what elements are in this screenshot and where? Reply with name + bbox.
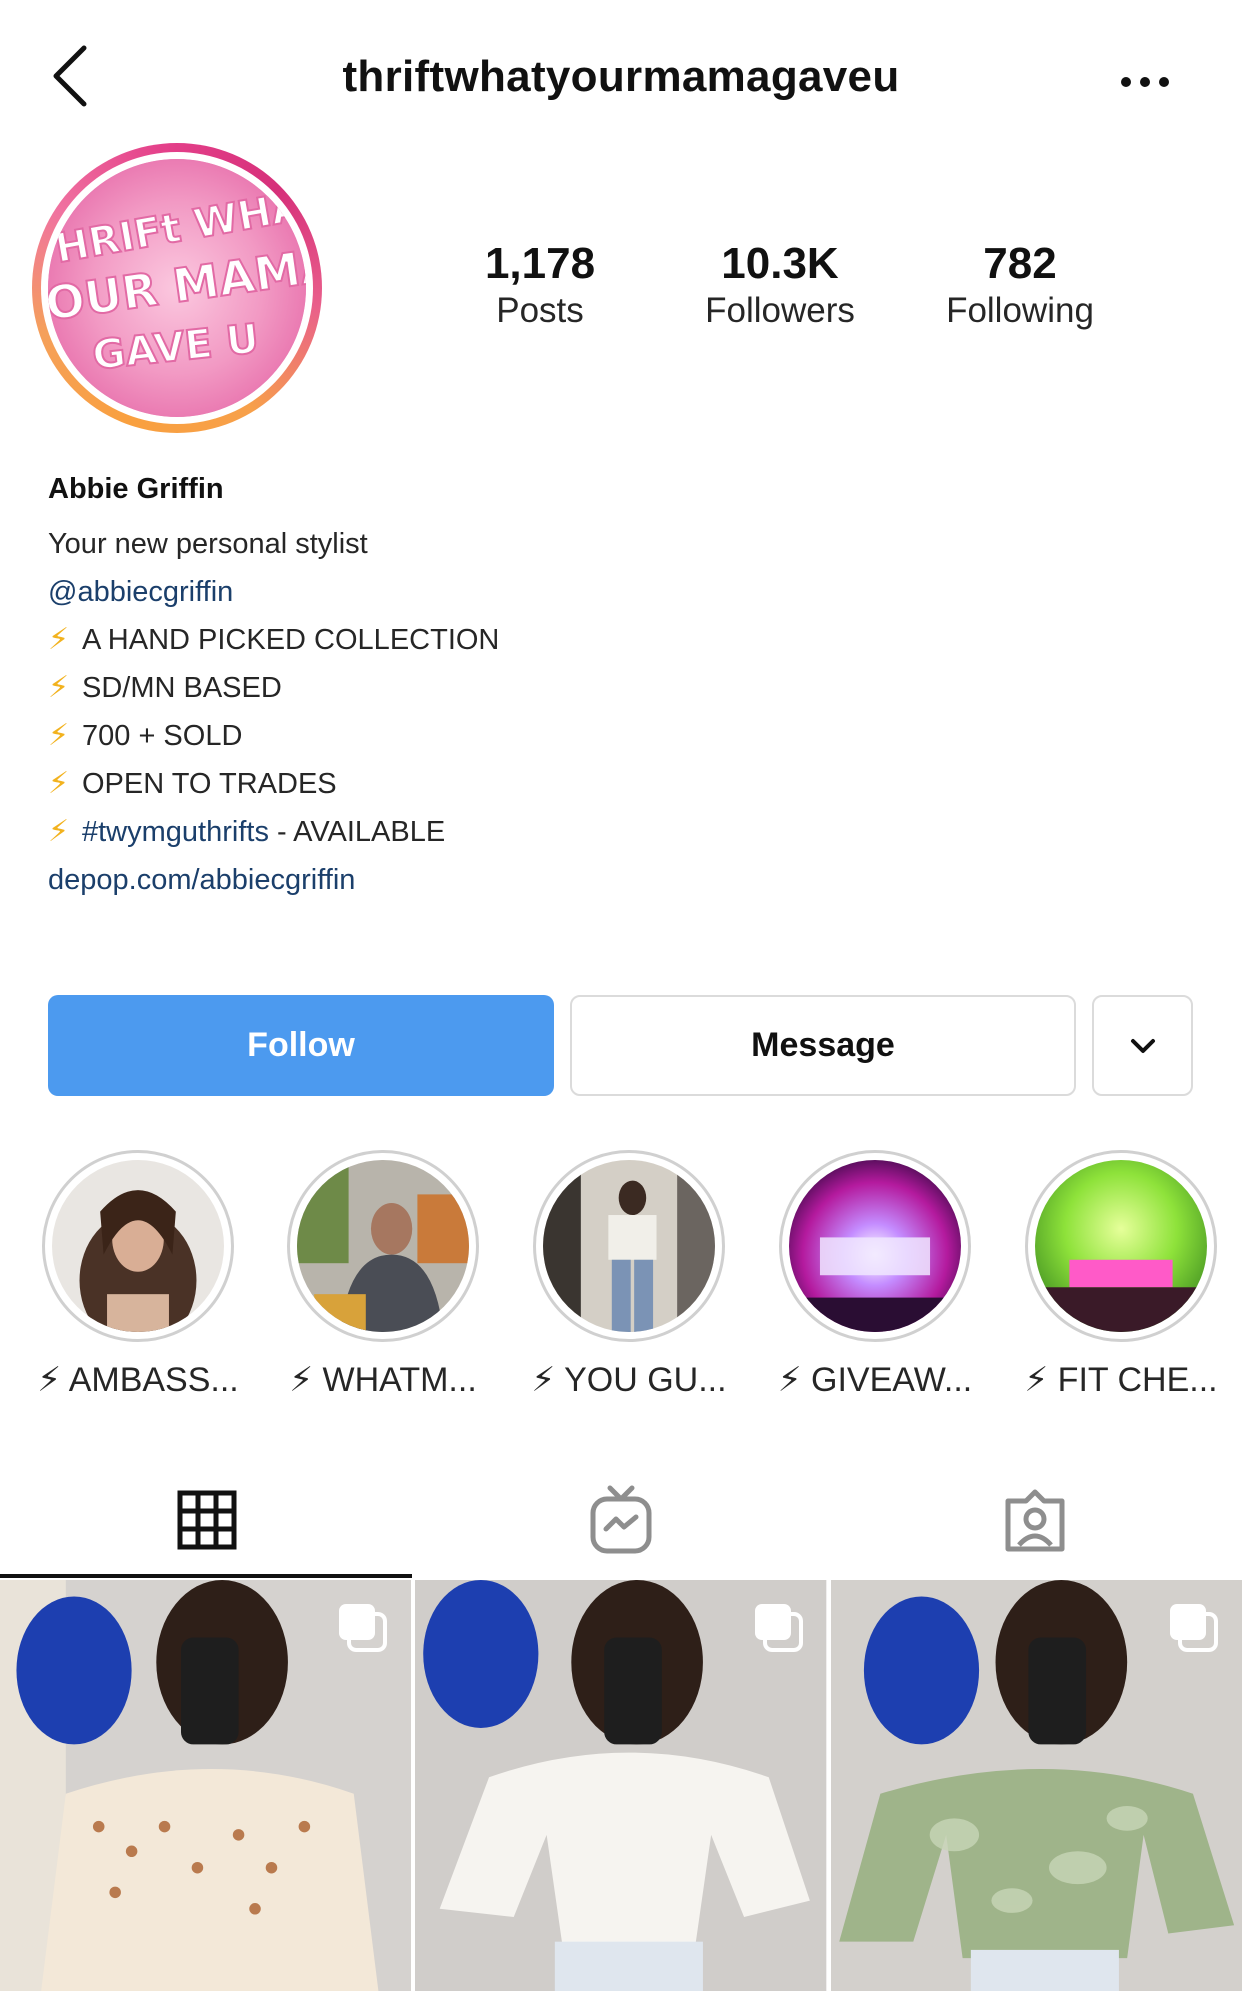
profile-bio: Abbie Griffin Your new personal stylist … [48,468,1198,904]
follow-button[interactable]: Follow [48,995,554,1096]
highlight-cover [543,1160,715,1332]
bio-name: Abbie Griffin [48,473,224,505]
chevron-down-icon [1130,1038,1155,1053]
bio-line: ⚡ A HAND PICKED COLLECTION [48,616,1198,664]
bio-line: ⚡ SD/MN BASED [48,664,1198,712]
stat-following-count: 782 [983,239,1057,288]
stat-posts-label: Posts [496,291,584,331]
highlight-cover [789,1160,961,1332]
bio-line: ⚡ OPEN TO TRADES [48,760,1198,808]
highlight-whatmama[interactable]: ⚡ WHATM... [268,1150,498,1400]
lightning-icon: ⚡ [48,671,70,704]
stat-followers[interactable]: 10.3K Followers [680,239,880,334]
dot [1140,77,1150,87]
avatar: THRIFt WHAt YOUR MAMA GAVE U [48,159,306,417]
dot [1159,77,1169,87]
lightning-icon: ⚡ [48,623,70,656]
profile-tabs [0,1460,1242,1580]
brand-logo: THRIFt WHAt YOUR MAMA GAVE U [48,159,306,417]
profile-header: thriftwhatyourmamagaveu [0,0,1242,150]
dot [1121,77,1131,87]
suggested-accounts-button[interactable] [1092,995,1193,1096]
bio-line: ⚡ #twymguthrifts - AVAILABLE [48,808,1198,856]
tab-tagged[interactable] [828,1460,1242,1580]
highlight-fit-check[interactable]: ⚡ FIT CHE... [1006,1150,1236,1400]
stat-followers-label: Followers [705,291,855,331]
highlight-label: ⚡ WHATM... [289,1361,477,1399]
bio-tagline: Your new personal stylist [48,528,368,560]
stat-posts[interactable]: 1,178 Posts [460,239,620,334]
highlight-ambassador[interactable]: ⚡ AMBASS... [23,1150,253,1400]
bio-mention-link[interactable]: @abbiecgriffin [48,568,1198,616]
message-button[interactable]: Message [570,995,1076,1096]
highlight-label: ⚡ YOU GU... [531,1361,727,1399]
lightning-icon: ⚡ [48,719,70,752]
lightning-icon: ⚡ [48,767,70,800]
more-options-button[interactable] [1110,60,1180,104]
igtv-icon [590,1485,652,1554]
highlight-label: ⚡ AMBASS... [37,1361,239,1399]
stat-following[interactable]: 782 Following [920,239,1120,334]
stat-followers-count: 10.3K [721,239,839,288]
tab-posts-grid[interactable] [0,1460,414,1580]
multiple-photos-icon [754,1604,803,1652]
highlight-you-guys[interactable]: ⚡ YOU GU... [514,1150,744,1400]
profile-username: thriftwhatyourmamagaveu [342,52,900,101]
highlight-cover [1035,1160,1207,1332]
lightning-icon: ⚡ [48,815,70,848]
highlight-cover [52,1160,224,1332]
avatar-story-ring[interactable]: THRIFt WHAt YOUR MAMA GAVE U [32,143,322,433]
post-thumbnail[interactable] [415,1580,827,1991]
post-thumbnail[interactable] [0,1580,412,1991]
highlight-label: ⚡ FIT CHE... [1024,1361,1218,1399]
bio-hashtag-suffix: - AVAILABLE [268,816,446,848]
bio-website-link[interactable]: depop.com/abbiecgriffin [48,856,1198,904]
tagged-icon [1005,1489,1065,1552]
grid-icon [177,1490,237,1550]
posts-grid [0,1580,1242,1991]
multiple-photos-icon [1169,1604,1218,1652]
active-tab-indicator [0,1574,412,1578]
stat-posts-count: 1,178 [484,239,596,288]
highlight-cover [297,1160,469,1332]
post-thumbnail[interactable] [830,1580,1242,1991]
bio-hashtag-link[interactable]: #twymguthrifts [82,816,269,848]
highlight-label: ⚡ GIVEAW... [777,1361,973,1399]
tab-igtv[interactable] [414,1460,828,1580]
bio-line: ⚡ 700 + SOLD [48,712,1198,760]
highlight-giveaway[interactable]: ⚡ GIVEAW... [760,1150,990,1400]
multiple-photos-icon [339,1604,388,1652]
stat-following-label: Following [946,291,1094,331]
